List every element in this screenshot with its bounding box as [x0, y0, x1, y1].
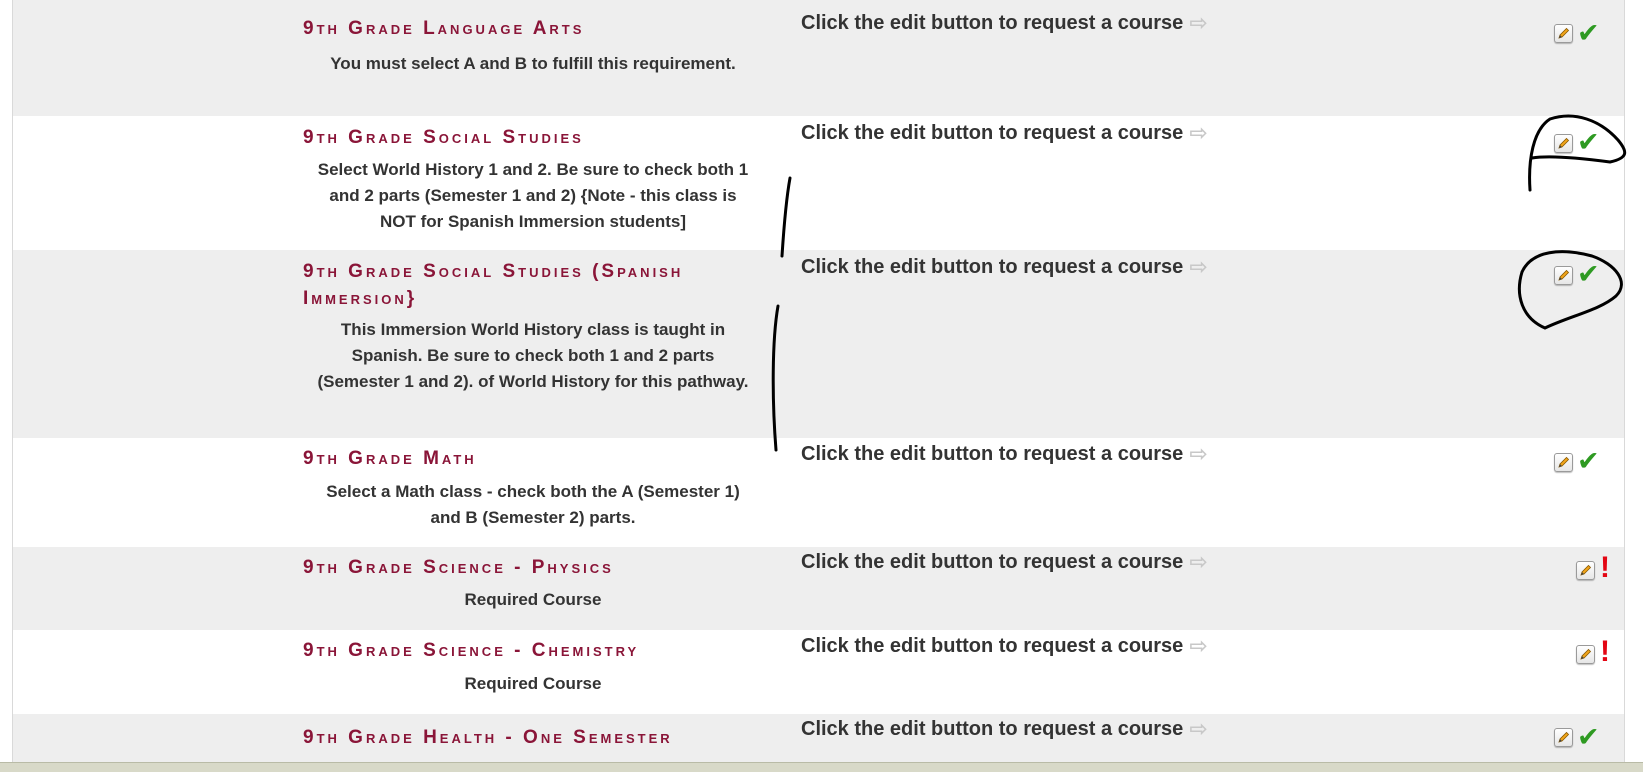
requirement-title: 9th Grade Science - Chemistry	[303, 640, 640, 661]
request-course-text: Click the edit button to request a cours…	[801, 12, 1184, 34]
edit-button[interactable]	[1576, 561, 1595, 580]
requirement-title: 9th Grade Language Arts	[303, 18, 585, 39]
course-requirements-table: 9th Grade Language Arts You must select …	[12, 0, 1625, 762]
request-course-text: Click the edit button to request a cours…	[801, 635, 1184, 657]
right-arrow-icon: ⇨	[1189, 10, 1208, 35]
request-course-text: Click the edit button to request a cours…	[801, 551, 1184, 573]
requirement-description: You must select A and B to fulfill this …	[330, 54, 736, 73]
requirement-description: Required Course	[464, 674, 602, 693]
checkmark-icon: ✔	[1577, 127, 1600, 157]
requirement-row: 9th Grade Science - Chemistry Required C…	[13, 630, 1624, 714]
requirement-description: Select a Math class - check both the A (…	[326, 482, 740, 527]
request-course-prompt: Click the edit button to request a cours…	[801, 717, 1208, 741]
requirement-row: 9th Grade Social Studies (Spanish Immers…	[13, 250, 1624, 438]
requirement-row: 9th Grade Social Studies Select World Hi…	[13, 116, 1624, 250]
edit-button[interactable]	[1554, 266, 1573, 285]
requirement-title: 9th Grade Health - One Semester	[303, 727, 673, 748]
right-arrow-icon: ⇨	[1189, 633, 1208, 658]
requirement-title: 9th Grade Science - Physics	[303, 557, 614, 578]
right-arrow-icon: ⇨	[1189, 254, 1208, 279]
request-course-prompt: Click the edit button to request a cours…	[801, 550, 1208, 574]
edit-button[interactable]	[1554, 134, 1573, 153]
right-arrow-icon: ⇨	[1189, 716, 1208, 741]
requirement-title: 9th Grade Social Studies	[303, 127, 584, 148]
checkmark-icon: ✔	[1577, 446, 1600, 476]
right-arrow-icon: ⇨	[1189, 549, 1208, 574]
edit-button[interactable]	[1554, 24, 1573, 43]
request-course-text: Click the edit button to request a cours…	[801, 122, 1184, 144]
requirement-row: 9th Grade Math Select a Math class - che…	[13, 438, 1624, 547]
checkmark-icon: ✔	[1577, 259, 1600, 289]
request-course-text: Click the edit button to request a cours…	[801, 256, 1184, 278]
requirement-title: 9th Grade Social Studies (Spanish Immers…	[303, 261, 684, 309]
requirement-description: Select World History 1 and 2. Be sure to…	[317, 160, 749, 231]
requirement-description: Required Course	[464, 590, 602, 609]
exclamation-icon: !	[1600, 635, 1610, 668]
requirement-title: 9th Grade Math	[303, 448, 477, 469]
request-course-prompt: Click the edit button to request a cours…	[801, 121, 1208, 145]
requirement-row: 9th Grade Language Arts You must select …	[13, 0, 1624, 116]
request-course-prompt: Click the edit button to request a cours…	[801, 442, 1208, 466]
requirement-description: This Immersion World History class is ta…	[317, 320, 749, 391]
right-arrow-icon: ⇨	[1189, 120, 1208, 145]
request-course-text: Click the edit button to request a cours…	[801, 443, 1184, 465]
request-course-text: Click the edit button to request a cours…	[801, 718, 1184, 740]
checkmark-icon: ✔	[1577, 18, 1600, 48]
request-course-prompt: Click the edit button to request a cours…	[801, 255, 1208, 279]
checkmark-icon: ✔	[1577, 722, 1600, 752]
edit-button[interactable]	[1554, 453, 1573, 472]
right-arrow-icon: ⇨	[1189, 441, 1208, 466]
edit-button[interactable]	[1576, 645, 1595, 664]
edit-button[interactable]	[1554, 728, 1573, 747]
exclamation-icon: !	[1600, 551, 1610, 584]
requirement-row: 9th Grade Science - Physics Required Cou…	[13, 547, 1624, 630]
request-course-prompt: Click the edit button to request a cours…	[801, 634, 1208, 658]
request-course-prompt: Click the edit button to request a cours…	[801, 11, 1208, 35]
requirement-row: 9th Grade Health - One Semester Click th…	[13, 714, 1624, 762]
